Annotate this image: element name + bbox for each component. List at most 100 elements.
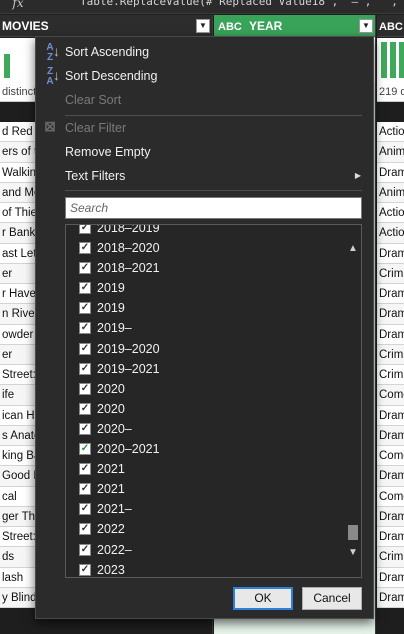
table-row[interactable]: Dram (377, 567, 404, 588)
list-item-label: 2021 (97, 482, 125, 497)
list-item[interactable]: ✓ 2020– (66, 419, 346, 439)
ok-button[interactable]: OK (233, 587, 293, 610)
list-item[interactable]: ✓ 2021 (66, 459, 346, 479)
remove-empty-label: Remove Empty (65, 145, 151, 159)
table-row[interactable]: Dram (377, 506, 404, 527)
table-row[interactable]: Actio (377, 203, 404, 224)
movies-column-header[interactable]: MOVIES ▼ (0, 15, 212, 37)
table-row[interactable]: Anim (377, 142, 404, 163)
checkbox[interactable]: ✓ (79, 563, 91, 576)
genre-quality-bar (399, 42, 404, 78)
list-item[interactable]: ✓ 2019 (66, 298, 346, 318)
list-item[interactable]: ✓ 2018–2019 (66, 225, 346, 238)
list-item-label: 2019 (97, 301, 125, 316)
checkbox[interactable]: ✓ (79, 523, 91, 536)
table-row[interactable]: Anim (377, 182, 404, 203)
checkbox[interactable]: ✓ (79, 362, 91, 375)
clear-sort-item[interactable]: Clear Sort (36, 88, 373, 112)
list-item[interactable]: ✓ 2018–2021 (66, 258, 346, 278)
table-row[interactable]: Crim (377, 263, 404, 284)
table-row[interactable]: Dram (377, 304, 404, 325)
table-row[interactable]: Come (377, 385, 404, 406)
formula-bar[interactable]: fx Table.ReplaceValue(#"Replaced Value18… (0, 0, 404, 14)
movies-quality-bar (4, 54, 10, 78)
table-row[interactable]: Dram (377, 587, 404, 608)
checkbox[interactable]: ✓ (79, 483, 91, 496)
sort-ascending-item[interactable]: A Z ↓ Sort Ascending (36, 40, 373, 64)
list-item[interactable]: ✓ 2020 (66, 399, 346, 419)
list-item-label: 2019–2020 (97, 341, 160, 356)
table-row[interactable]: Dram (377, 466, 404, 487)
year-column-header[interactable]: ABC YEAR ▼ (214, 15, 375, 37)
checkbox[interactable]: ✓ (79, 422, 91, 435)
list-item[interactable]: ✓ 2021 (66, 479, 346, 499)
table-row[interactable]: Crim (377, 365, 404, 386)
list-item[interactable]: ✓ 2021– (66, 499, 346, 519)
list-item[interactable]: ✓ 2019– (66, 318, 346, 338)
table-row[interactable]: Dram (377, 405, 404, 426)
checklist-scrollbar[interactable]: ▲ ▼ (345, 225, 361, 577)
table-row[interactable]: Crim (377, 344, 404, 365)
checkbox[interactable]: ✓ (79, 322, 91, 335)
table-row[interactable]: Dram (377, 527, 404, 548)
checkbox[interactable]: ✓ (79, 382, 91, 395)
movies-filter-dropdown-icon[interactable]: ▼ (196, 19, 210, 33)
table-row[interactable]: Dram (377, 162, 404, 183)
list-item-label: 2018–2020 (97, 241, 160, 256)
clear-filter-item[interactable]: ⊠ Clear Filter (36, 116, 373, 140)
list-item[interactable]: ✓ 2019–2020 (66, 339, 346, 359)
list-item[interactable]: ✓ 2019–2021 (66, 359, 346, 379)
table-row[interactable]: Come (377, 446, 404, 467)
movies-header-label: MOVIES (2, 19, 49, 33)
text-type-icon[interactable]: ABC (218, 21, 242, 33)
genre-quality-bar (390, 42, 396, 78)
table-row[interactable]: Crim (377, 547, 404, 568)
table-row[interactable]: Actio (377, 223, 404, 244)
remove-empty-item[interactable]: Remove Empty (36, 140, 373, 164)
table-row[interactable]: Come (377, 486, 404, 507)
sort-descending-item[interactable]: Z A ↓ Sort Descending (36, 64, 373, 88)
checkbox[interactable]: ✓ (79, 402, 91, 415)
table-row[interactable]: Dram (377, 284, 404, 305)
scroll-down-icon[interactable]: ▼ (345, 545, 361, 561)
list-item[interactable]: ✓ 2018–2020 (66, 238, 346, 258)
list-item-label: 2019–2021 (97, 361, 160, 376)
text-filters-item[interactable]: Text Filters ▶ (36, 164, 373, 188)
list-item-label: 2018–2021 (97, 261, 160, 276)
year-filter-dropdown-icon[interactable]: ▼ (359, 19, 373, 33)
scroll-thumb[interactable] (348, 525, 358, 540)
list-item[interactable]: ✓ 2020–2021 (66, 439, 346, 459)
text-type-icon[interactable]: ABC (379, 21, 403, 33)
table-row[interactable]: Dram (377, 324, 404, 345)
checkbox[interactable]: ✓ (79, 282, 91, 295)
checkbox[interactable]: ✓ (79, 242, 91, 255)
table-row[interactable]: Actio (377, 122, 404, 143)
checkbox[interactable]: ✓ (79, 262, 91, 275)
list-item[interactable]: ✓ 2023 (66, 560, 346, 577)
table-row[interactable]: Dram (377, 425, 404, 446)
clear-filter-icon: ⊠ (44, 118, 56, 134)
genre-quality-bar (381, 42, 387, 78)
fx-label: fx (12, 0, 24, 10)
table-row[interactable]: Dram (377, 243, 404, 264)
checkbox[interactable]: ✓ (79, 225, 91, 234)
list-item[interactable]: ✓ 2020 (66, 379, 346, 399)
list-item[interactable]: ✓ 2022– (66, 540, 346, 560)
formula-text[interactable]: Table.ReplaceValue(#"Replaced Value18", … (80, 0, 404, 8)
cancel-button[interactable]: Cancel (302, 587, 362, 610)
checkbox[interactable]: ✓ (79, 302, 91, 315)
checkbox[interactable]: ✓ (79, 463, 91, 476)
checkbox[interactable]: ✓ (79, 503, 91, 516)
list-item-label: 2020– (97, 421, 132, 436)
genre-column-header[interactable]: ABC G (377, 15, 404, 37)
submenu-arrow-icon: ▶ (354, 171, 361, 180)
checkbox[interactable]: ✓ (79, 342, 91, 355)
checkbox[interactable]: ✓ (79, 443, 91, 456)
list-item[interactable]: ✓ 2019 (66, 278, 346, 298)
search-input[interactable]: Search (65, 197, 362, 219)
list-item[interactable]: ✓ 2022 (66, 519, 346, 539)
value-checklist[interactable]: ✓ 2018–2019 ✓ 2018–2020 ✓ 2018–2021 ✓ 2019 ✓ 2019… (65, 224, 362, 578)
checkbox[interactable]: ✓ (79, 543, 91, 556)
scroll-up-icon[interactable]: ▲ (345, 241, 361, 257)
list-item-label: 2023 (97, 562, 125, 577)
